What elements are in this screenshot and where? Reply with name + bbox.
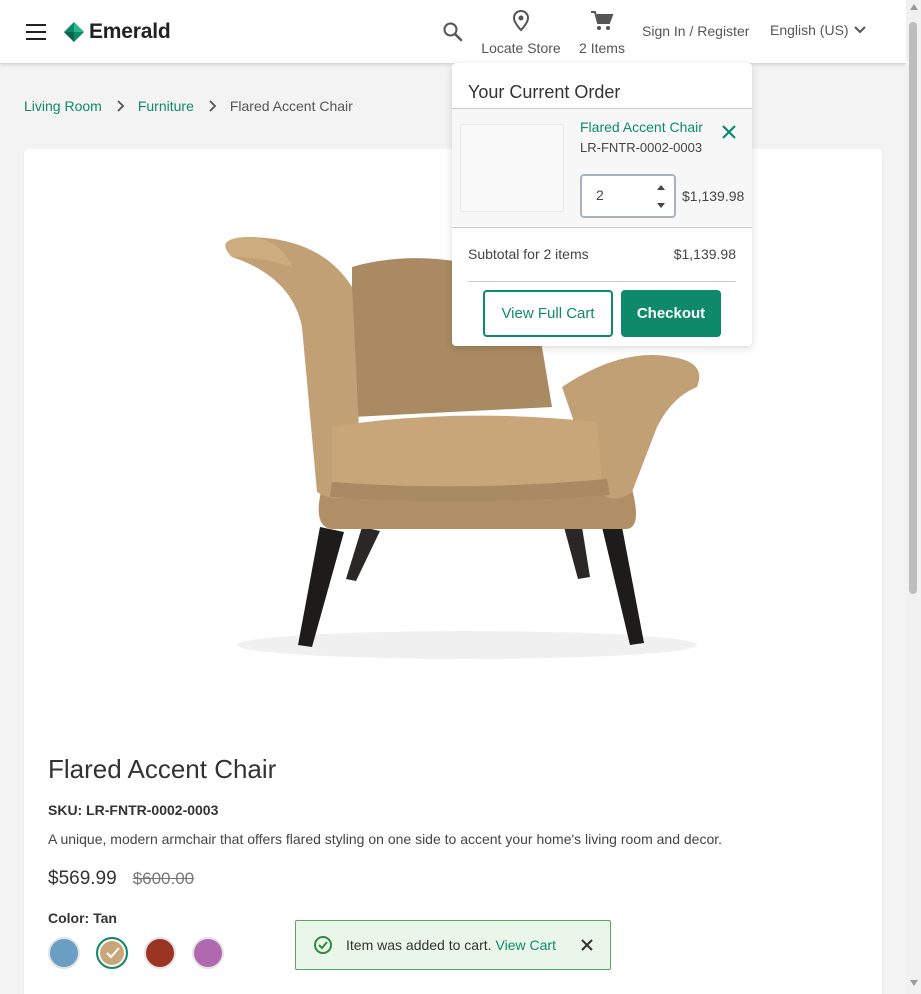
location-pin-icon [512,9,530,32]
quantity-spinner [652,178,670,214]
cart-button[interactable]: 2 Items [572,10,632,56]
decrement-arrow-icon[interactable] [657,203,665,208]
search-icon[interactable] [442,21,464,43]
divider [452,227,752,228]
mini-cart-popup: Your Current Order Flared Accent Chair L… [452,63,752,346]
price-row: $569.99 $600.00 [48,868,194,890]
swatch-tan[interactable] [96,937,128,969]
breadcrumb-furniture[interactable]: Furniture [138,98,194,114]
toast-message-line: Item was added to cart. View Cart [346,937,556,953]
product-original-price: $600.00 [132,869,195,888]
toast-close-icon[interactable] [580,938,594,957]
brand-name: Emerald [89,20,171,43]
scroll-up-arrow-icon[interactable] [910,4,918,10]
color-swatches [48,937,240,969]
site-header: Emerald Locate Store 2 Items Sign In / R… [0,0,906,64]
swatch-red[interactable] [144,937,176,969]
quantity-stepper [580,174,676,218]
toast-message: Item was added to cart. [346,937,492,953]
view-full-cart-button[interactable]: View Full Cart [483,290,613,337]
mini-cart-item: Flared Accent Chair LR-FNTR-0002-0003 $1… [452,109,752,226]
subtotal-value: $1,139.98 [673,246,736,262]
shopping-cart-icon [591,11,614,30]
remove-item-close-icon[interactable] [720,123,738,146]
product-description: A unique, modern armchair that offers fl… [48,831,723,847]
item-thumbnail [460,124,564,212]
view-cart-link[interactable]: View Cart [496,937,556,953]
scroll-down-arrow-icon[interactable] [910,980,918,986]
language-label: English (US) [770,22,849,38]
chevron-down-icon [853,26,866,34]
color-label: Color: Tan [48,910,117,926]
item-total-price: $1,139.98 [682,188,745,204]
cart-count-label: 2 Items [579,40,625,56]
item-sku: LR-FNTR-0002-0003 [580,140,703,155]
menu-icon[interactable] [26,24,46,40]
checkout-button[interactable]: Checkout [621,290,721,337]
brand-logo[interactable]: Emerald [64,19,171,45]
check-circle-icon [313,935,333,960]
subtotal-label: Subtotal for 2 items [468,246,589,262]
product-price: $569.99 [48,868,117,889]
item-name-link[interactable]: Flared Accent Chair [580,119,703,135]
swatch-blue[interactable] [48,937,80,969]
locate-store-button[interactable]: Locate Store [476,9,566,56]
locate-store-label: Locate Store [481,40,561,56]
page-scrollbar[interactable] [906,0,921,994]
product-title: Flared Accent Chair [48,754,277,784]
breadcrumb: Living Room Furniture Flared Accent Chai… [24,98,353,114]
quantity-input[interactable] [582,176,642,214]
swatch-purple[interactable] [192,937,224,969]
breadcrumb-living-room[interactable]: Living Room [24,98,102,114]
increment-arrow-icon[interactable] [657,185,665,190]
breadcrumb-current: Flared Accent Chair [229,98,353,114]
language-selector[interactable]: English (US) [770,22,867,38]
product-sku: SKU: LR-FNTR-0002-0003 [48,802,219,818]
emerald-gem-icon [64,22,84,42]
checkmark-icon [106,947,120,959]
signin-register-link[interactable]: Sign In / Register [642,23,749,39]
divider [468,281,736,282]
added-to-cart-toast: Item was added to cart. View Cart [295,920,611,970]
scrollbar-thumb[interactable] [909,22,917,594]
mini-cart-title: Your Current Order [468,82,621,102]
chevron-right-icon [208,100,216,112]
chevron-right-icon [116,100,124,112]
